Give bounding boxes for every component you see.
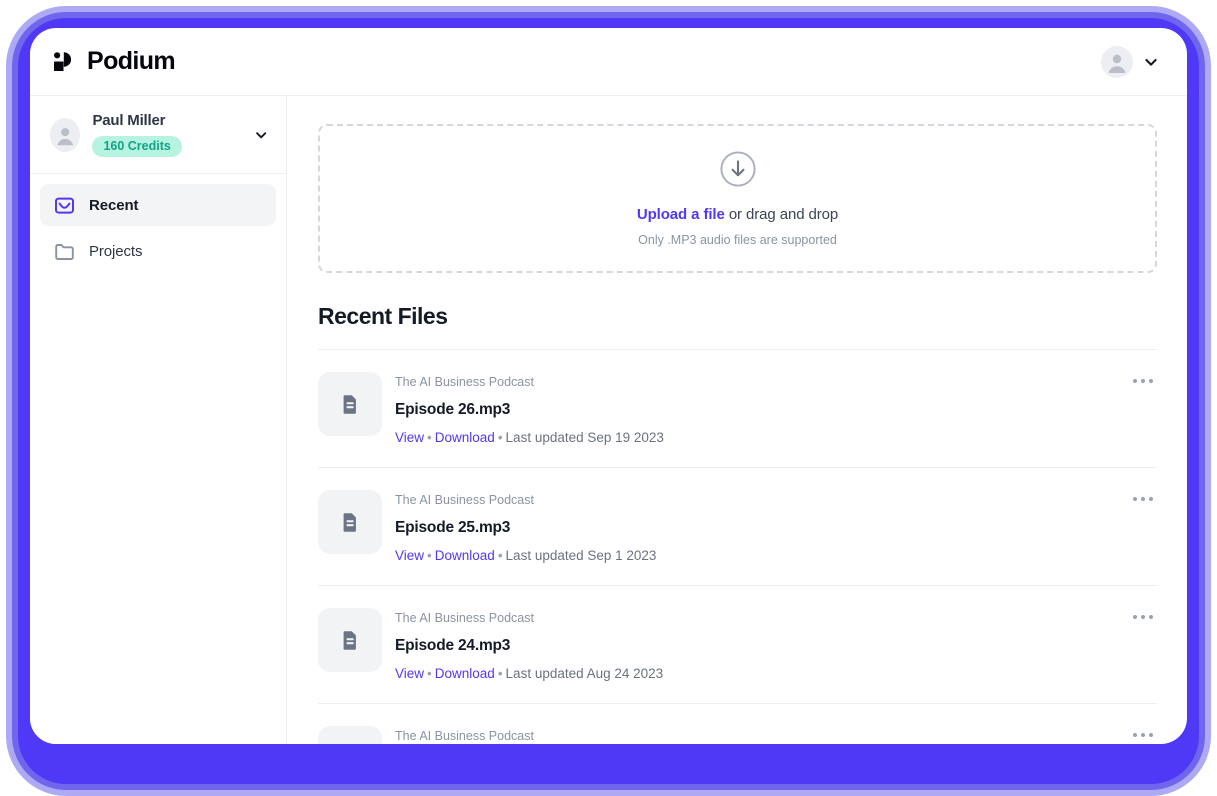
chevron-down-icon[interactable] bbox=[254, 127, 268, 143]
sidebar-user-name: Paul Miller bbox=[92, 112, 166, 129]
separator-dot: • bbox=[427, 430, 432, 445]
upload-dropzone[interactable]: Upload a file or drag and drop Only .MP3… bbox=[318, 124, 1157, 273]
document-icon bbox=[318, 372, 382, 436]
upload-a-file-link[interactable]: Upload a file bbox=[637, 206, 725, 223]
sidebar-user-switcher[interactable]: Paul Miller 160 Credits bbox=[30, 96, 286, 174]
sidebar-nav: Recent Projects bbox=[30, 174, 286, 272]
main-content: Upload a file or drag and drop Only .MP3… bbox=[287, 96, 1187, 744]
separator-dot: • bbox=[427, 548, 432, 563]
dropzone-rest-text: or drag and drop bbox=[724, 206, 839, 223]
download-link[interactable]: Download bbox=[435, 548, 495, 563]
separator-dot: • bbox=[427, 666, 432, 681]
file-name: Episode 24.mp3 bbox=[395, 637, 511, 654]
page-title: Recent Files bbox=[318, 303, 448, 329]
chevron-down-icon[interactable] bbox=[1143, 54, 1159, 70]
brand-logo[interactable]: Podium bbox=[52, 47, 176, 76]
header-account-menu[interactable] bbox=[1101, 45, 1159, 78]
podium-p-logo-icon bbox=[54, 51, 72, 71]
download-link[interactable]: Download bbox=[435, 666, 495, 681]
table-row[interactable]: The AI Business Podcast Episode 26.mp3 V… bbox=[318, 349, 1157, 467]
separator-dot: • bbox=[497, 548, 503, 563]
separator-dot: • bbox=[497, 666, 503, 681]
more-horizontal-icon[interactable] bbox=[1132, 490, 1158, 506]
user-avatar-icon bbox=[50, 117, 81, 152]
document-icon bbox=[318, 490, 382, 554]
last-updated-text: Last updated Sep 1 2023 bbox=[505, 548, 657, 563]
sidebar: Paul Miller 160 Credits Recent Projects bbox=[30, 96, 287, 744]
file-podcast-name: The AI Business Podcast bbox=[395, 729, 534, 743]
file-podcast-name: The AI Business Podcast bbox=[395, 493, 534, 507]
document-icon bbox=[318, 608, 382, 672]
brand-name: Podium bbox=[87, 47, 176, 75]
download-link[interactable]: Download bbox=[435, 430, 495, 445]
file-meta: View • Download • Last updated Sep 1 2023 bbox=[395, 548, 1133, 564]
app-header: Podium bbox=[30, 28, 1187, 96]
table-row[interactable]: The AI Business Podcast Episode 23.mp3 bbox=[318, 703, 1157, 744]
file-podcast-name: The AI Business Podcast bbox=[395, 375, 534, 389]
file-podcast-name: The AI Business Podcast bbox=[395, 611, 534, 625]
file-name: Episode 25.mp3 bbox=[395, 519, 511, 536]
file-info: The AI Business Podcast Episode 25.mp3 V… bbox=[382, 490, 1133, 564]
dropzone-primary-text: Upload a file or drag and drop bbox=[637, 206, 838, 223]
file-meta: View • Download • Last updated Sep 19 2023 bbox=[395, 430, 1133, 446]
view-link[interactable]: View bbox=[395, 430, 424, 445]
sidebar-item-recent[interactable]: Recent bbox=[40, 184, 276, 226]
credits-badge: 160 Credits bbox=[92, 136, 182, 157]
table-row[interactable]: The AI Business Podcast Episode 25.mp3 V… bbox=[318, 467, 1157, 585]
view-link[interactable]: View bbox=[395, 548, 424, 563]
more-horizontal-icon[interactable] bbox=[1132, 726, 1158, 742]
inbox-icon bbox=[55, 197, 74, 214]
last-updated-text: Last updated Aug 24 2023 bbox=[505, 666, 664, 681]
user-avatar-icon bbox=[1101, 45, 1133, 78]
sidebar-item-projects[interactable]: Projects bbox=[40, 230, 276, 272]
app-body: Paul Miller 160 Credits Recent Projects … bbox=[30, 96, 1187, 744]
sidebar-item-label: Recent bbox=[89, 196, 139, 214]
sidebar-user-text: Paul Miller 160 Credits bbox=[92, 112, 241, 157]
app-window: Podium Paul Miller 160 Credits Recent Pr… bbox=[30, 28, 1187, 744]
view-link[interactable]: View bbox=[395, 666, 424, 681]
file-name: Episode 26.mp3 bbox=[395, 401, 511, 418]
file-info: The AI Business Podcast Episode 24.mp3 V… bbox=[382, 608, 1133, 682]
file-meta: View • Download • Last updated Aug 24 2023 bbox=[395, 666, 1133, 682]
separator-dot: • bbox=[497, 430, 503, 445]
more-horizontal-icon[interactable] bbox=[1132, 372, 1158, 388]
dropzone-hint: Only .MP3 audio files are supported bbox=[638, 233, 837, 247]
document-icon bbox=[318, 726, 382, 744]
download-circle-icon bbox=[719, 150, 757, 193]
file-info: The AI Business Podcast Episode 23.mp3 bbox=[382, 726, 1133, 744]
last-updated-text: Last updated Sep 19 2023 bbox=[505, 430, 664, 445]
file-info: The AI Business Podcast Episode 26.mp3 V… bbox=[382, 372, 1133, 446]
recent-files-list: The AI Business Podcast Episode 26.mp3 V… bbox=[318, 349, 1157, 744]
table-row[interactable]: The AI Business Podcast Episode 24.mp3 V… bbox=[318, 585, 1157, 703]
sidebar-item-label: Projects bbox=[89, 242, 143, 260]
folder-icon bbox=[55, 243, 74, 260]
more-horizontal-icon[interactable] bbox=[1132, 608, 1158, 624]
